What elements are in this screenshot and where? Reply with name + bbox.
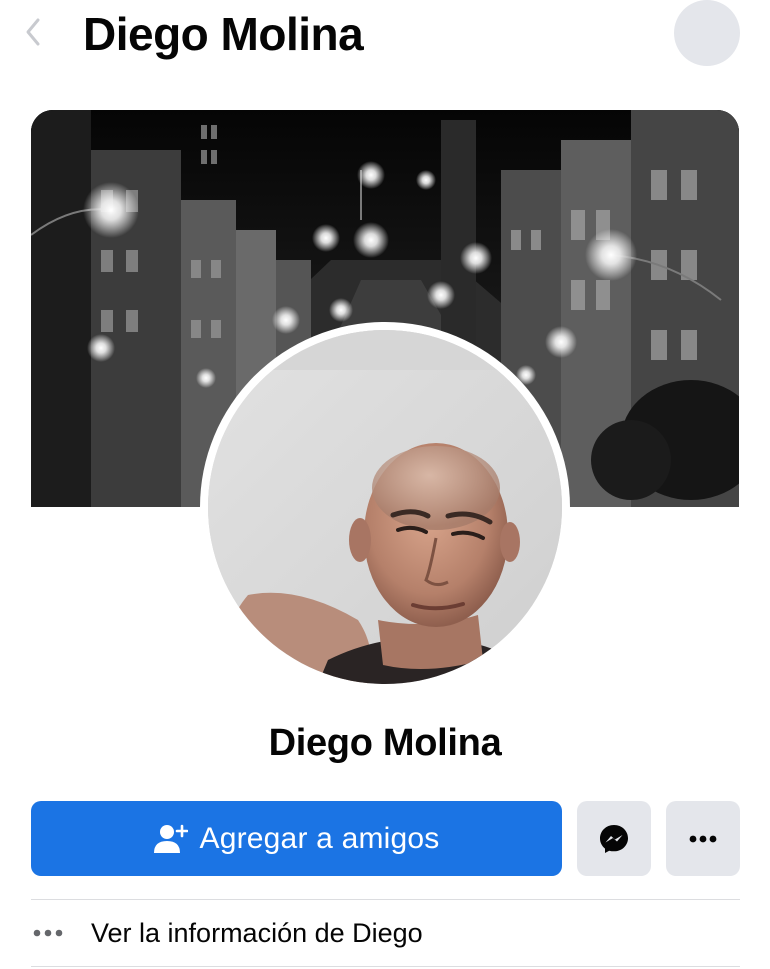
add-friend-button[interactable]: Agregar a amigos [31,801,562,876]
more-options-button[interactable] [666,801,740,876]
profile-actions: Agregar a amigos [31,801,740,876]
page-title: Diego Molina [83,8,364,60]
more-dots-icon [689,835,717,842]
chevron-left-icon [26,18,40,46]
avatar[interactable] [208,330,562,684]
messenger-icon [600,824,628,853]
messenger-button[interactable] [577,801,651,876]
profile-name: Diego Molina [268,722,502,764]
top-bar: Diego Molina [0,0,770,70]
see-info-row[interactable]: Ver la información de Diego [31,902,740,964]
search-button[interactable] [674,0,740,66]
add-friend-label: Agregar a amigos [199,821,440,855]
back-button[interactable] [18,14,48,50]
more-dots-icon [33,929,63,937]
divider [31,899,740,900]
divider [31,966,740,967]
add-friend-icon [153,824,188,853]
see-info-label: Ver la información de Diego [91,917,423,948]
